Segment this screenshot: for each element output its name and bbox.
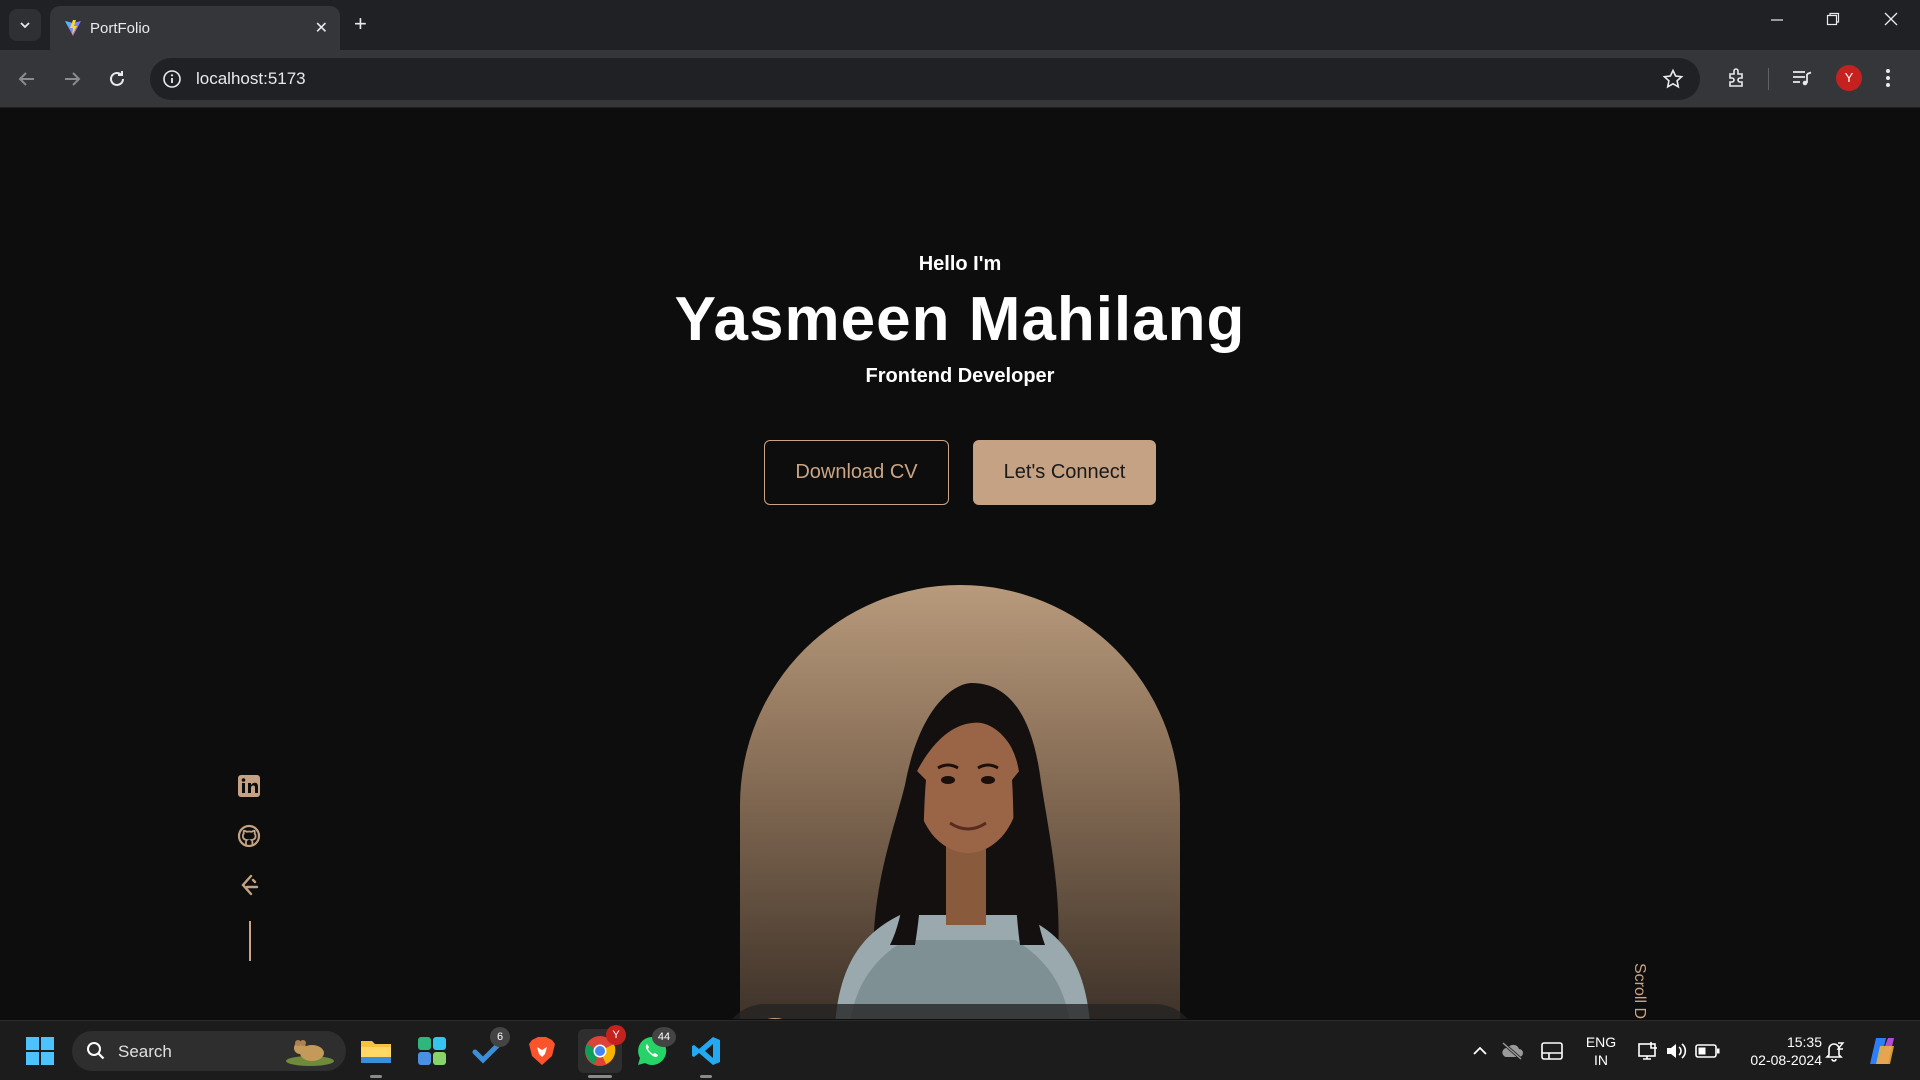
volume-icon[interactable] [1658,1033,1694,1069]
nav-skills-button[interactable] [894,1018,952,1019]
region-code: IN [1594,1052,1608,1068]
todo-badge: 6 [490,1027,510,1047]
floating-navbar [722,1004,1198,1019]
whatsapp-icon[interactable]: 44 [634,1027,676,1069]
active-app-indicator [588,1075,612,1078]
clock[interactable]: 15:35 02-08-2024 [1732,1033,1822,1069]
url-text: localhost:5173 [196,69,306,88]
nav-projects-button[interactable] [968,1018,1026,1019]
running-indicator [370,1075,382,1078]
reload-icon[interactable] [106,68,128,95]
clock-date: 02-08-2024 [1750,1052,1822,1068]
close-window-icon[interactable] [1884,12,1898,31]
tray-overflow-chevron-icon[interactable] [1462,1033,1498,1069]
leetcode-icon[interactable] [236,873,262,904]
linkedin-icon[interactable] [236,773,262,804]
nav-home-button[interactable] [746,1018,804,1019]
back-arrow-icon[interactable] [16,68,38,95]
browser-toolbar: localhost:5173 Y [0,50,1920,108]
nav-about-button[interactable] [820,1018,878,1019]
tab-title: PortFolio [90,20,151,37]
search-highlight-badge-icon [284,1035,336,1072]
vscode-icon[interactable] [688,1033,724,1069]
whatsapp-badge: 44 [652,1027,676,1047]
copilot-icon[interactable] [1864,1033,1900,1069]
toolbar-divider [1768,68,1769,90]
widgets-app-icon[interactable] [414,1033,450,1069]
hero-role: Frontend Developer [865,365,1055,387]
extensions-icon[interactable] [1725,66,1749,95]
nav-education-button[interactable] [1042,1018,1100,1019]
vite-logo-icon [65,20,81,36]
hero-name: Yasmeen Mahilang [674,285,1246,354]
notification-bell-icon[interactable] [1816,1033,1852,1069]
onedrive-offline-icon[interactable] [1494,1033,1530,1069]
taskbar-search-box[interactable]: Search [72,1031,346,1071]
portfolio-page: Hello I'm Yasmeen Mahilang Frontend Deve… [0,109,1920,1019]
todo-app-icon[interactable]: 6 [470,1027,510,1069]
more-menu-icon[interactable] [1884,66,1892,95]
search-placeholder: Search [118,1042,172,1061]
battery-icon[interactable] [1690,1033,1726,1069]
chrome-icon[interactable]: Y [578,1025,626,1073]
nav-contact-button[interactable] [1116,1018,1174,1019]
minimize-icon[interactable] [1770,12,1784,31]
brave-browser-icon[interactable] [524,1033,560,1069]
windows-start-icon[interactable] [22,1033,58,1069]
file-explorer-icon[interactable] [358,1033,394,1069]
language-code: ENG [1585,1034,1617,1050]
bookmark-star-icon[interactable] [1662,68,1684,95]
forward-arrow-icon[interactable] [61,68,83,95]
tablet-mode-icon[interactable] [1534,1033,1570,1069]
hero-greeting: Hello I'm [918,253,1002,275]
tab-close-button[interactable]: ✕ [315,18,328,38]
media-controls-icon[interactable] [1790,66,1814,95]
windows-taskbar: Search 6 Y 44 ENG IN 15:35 02-08-2024 [0,1020,1920,1080]
profile-photo [835,683,1090,1019]
clock-time: 15:35 [1786,1034,1822,1050]
profile-photo-frame [740,585,1180,1019]
scroll-down-link[interactable]: Scroll Down [1630,963,1648,1019]
tab-search-button[interactable] [9,9,41,41]
address-bar[interactable]: localhost:5173 [150,58,1700,100]
browser-tab-bar: PortFolio ✕ + [0,0,1920,50]
lets-connect-button[interactable]: Let's Connect [973,440,1156,505]
language-indicator[interactable]: ENG IN [1578,1033,1624,1069]
restore-icon[interactable] [1826,12,1840,31]
profile-avatar[interactable]: Y [1836,65,1862,91]
chevron-down-icon [20,22,30,29]
social-divider-line [249,921,251,961]
new-tab-button[interactable]: + [354,12,367,36]
search-icon [86,1041,106,1066]
github-icon[interactable] [236,823,262,854]
running-indicator [700,1075,712,1078]
site-info-icon[interactable] [162,69,182,94]
chrome-profile-badge: Y [606,1025,626,1045]
browser-tab[interactable]: PortFolio ✕ [50,6,340,50]
download-cv-button[interactable]: Download CV [764,440,949,505]
